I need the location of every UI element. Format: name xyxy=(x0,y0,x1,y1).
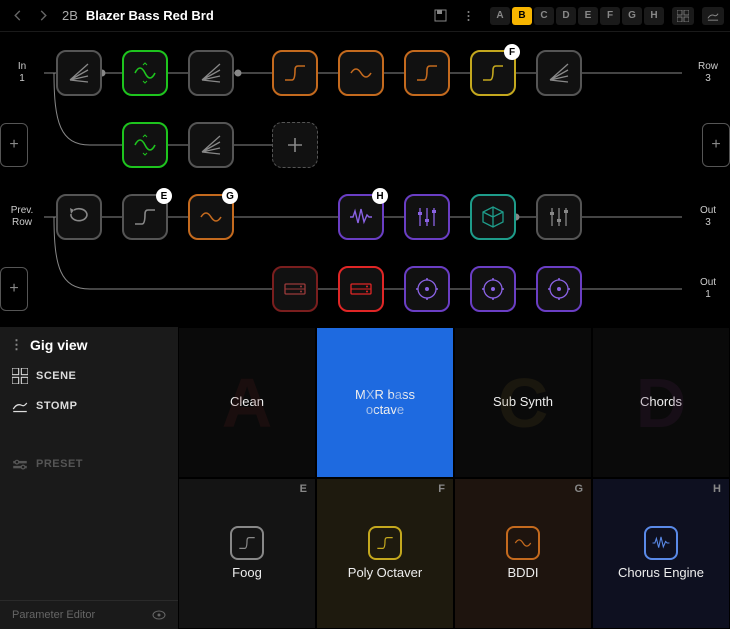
fx-node-rack[interactable] xyxy=(272,266,318,312)
tile-tag: F xyxy=(438,483,445,495)
signal-row-4 xyxy=(44,266,686,312)
gig-tiles: ACleanBMXR bassoctaveCSub SynthDChordsEF… xyxy=(178,327,730,629)
add-merge-button[interactable]: + xyxy=(702,123,730,167)
add-split-button[interactable]: + xyxy=(0,123,28,167)
fx-node-dial[interactable] xyxy=(404,266,450,312)
tile-bg-letter: B xyxy=(360,363,411,443)
fx-node-curve[interactable] xyxy=(404,50,450,96)
fx-node-fan[interactable] xyxy=(188,122,234,168)
fx-node-loop[interactable] xyxy=(56,194,102,240)
parameter-editor-button[interactable]: Parameter Editor xyxy=(0,600,178,629)
fx-node-curve[interactable]: F xyxy=(470,50,516,96)
scene-tile-a[interactable]: AClean xyxy=(178,327,316,478)
tile-label: Chorus Engine xyxy=(618,566,704,581)
stomp-tile-g[interactable]: G BDDI xyxy=(454,478,592,629)
tile-icon xyxy=(644,526,678,560)
fx-node-wave[interactable] xyxy=(122,50,168,96)
scene-e-button[interactable]: E xyxy=(578,7,598,25)
scene-h-button[interactable]: H xyxy=(644,7,664,25)
scene-tile-b[interactable]: BMXR bassoctave xyxy=(316,327,454,478)
tile-tag: E xyxy=(300,483,307,495)
scene-tile-c[interactable]: CSub Synth xyxy=(454,327,592,478)
fx-node-plus[interactable] xyxy=(272,122,318,168)
signal-row-3: EG H xyxy=(44,194,686,240)
gig-view-title: Gig view xyxy=(30,337,88,353)
stomp-tile-f[interactable]: F Poly Octaver xyxy=(316,478,454,629)
scene-grid-icon[interactable] xyxy=(672,7,694,25)
fx-node-dial[interactable] xyxy=(536,266,582,312)
fx-node-curve[interactable] xyxy=(272,50,318,96)
row-out-label: Row3 xyxy=(686,61,730,85)
output-1-label: Out1 xyxy=(686,277,730,301)
tile-tag: G xyxy=(574,483,583,495)
preset-number: 2B xyxy=(62,8,78,23)
scene-c-button[interactable]: C xyxy=(534,7,554,25)
fx-node-wave2[interactable]: G xyxy=(188,194,234,240)
tile-label: BDDI xyxy=(507,566,538,581)
fx-node-noise[interactable]: H xyxy=(338,194,384,240)
node-badge: F xyxy=(504,44,520,60)
scene-mode-button[interactable]: SCENE xyxy=(0,361,178,391)
tile-icon xyxy=(230,526,264,560)
fx-node-dial[interactable] xyxy=(470,266,516,312)
fx-node-sliders[interactable] xyxy=(404,194,450,240)
tile-bg-letter: D xyxy=(636,363,687,443)
preset-mode-button[interactable]: PRESET xyxy=(0,449,178,479)
scene-selector: ABCDEFGH xyxy=(490,7,664,25)
tile-bg-letter: A xyxy=(222,363,273,443)
preset-name[interactable]: Blazer Bass Red Brd xyxy=(86,8,214,23)
tile-label: Foog xyxy=(232,566,262,581)
menu-icon[interactable] xyxy=(458,6,478,26)
save-icon[interactable] xyxy=(430,6,450,26)
gig-sidebar: ⋮ Gig view SCENE STOMP PRESET Parameter … xyxy=(0,327,178,629)
gig-menu-icon[interactable]: ⋮ xyxy=(10,337,24,353)
fx-node-cube[interactable] xyxy=(470,194,516,240)
scene-g-button[interactable]: G xyxy=(622,7,642,25)
fx-node-fan[interactable] xyxy=(536,50,582,96)
scene-b-button[interactable]: B xyxy=(512,7,532,25)
fx-node-wave[interactable] xyxy=(122,122,168,168)
node-badge: H xyxy=(372,188,388,204)
stomp-mode-button[interactable]: STOMP xyxy=(0,391,178,421)
fx-node-curve[interactable]: E xyxy=(122,194,168,240)
tile-tag: H xyxy=(713,483,721,495)
fx-node-fan[interactable] xyxy=(188,50,234,96)
signal-row-1: F xyxy=(44,50,686,96)
fx-node-fan[interactable] xyxy=(56,50,102,96)
signal-row-2 xyxy=(44,122,702,168)
scene-d-button[interactable]: D xyxy=(556,7,576,25)
tile-bg-letter: C xyxy=(498,363,549,443)
tile-icon xyxy=(506,526,540,560)
tile-icon xyxy=(368,526,402,560)
stomp-mode-icon[interactable] xyxy=(702,7,724,25)
node-badge: E xyxy=(156,188,172,204)
fx-node-rack[interactable] xyxy=(338,266,384,312)
node-badge: G xyxy=(222,188,238,204)
scene-a-button[interactable]: A xyxy=(490,7,510,25)
scene-tile-d[interactable]: DChords xyxy=(592,327,730,478)
output-3-label: Out3 xyxy=(686,205,730,229)
fx-node-sliders[interactable] xyxy=(536,194,582,240)
next-preset-button[interactable] xyxy=(32,5,54,27)
stomp-tile-h[interactable]: H Chorus Engine xyxy=(592,478,730,629)
add-row-button[interactable]: + xyxy=(0,267,28,311)
scene-f-button[interactable]: F xyxy=(600,7,620,25)
input-label: In1 xyxy=(0,61,44,85)
stomp-tile-e[interactable]: E Foog xyxy=(178,478,316,629)
prev-row-label: Prev.Row xyxy=(0,205,44,229)
prev-preset-button[interactable] xyxy=(6,5,28,27)
fx-node-wave2[interactable] xyxy=(338,50,384,96)
tile-label: Poly Octaver xyxy=(348,566,422,581)
